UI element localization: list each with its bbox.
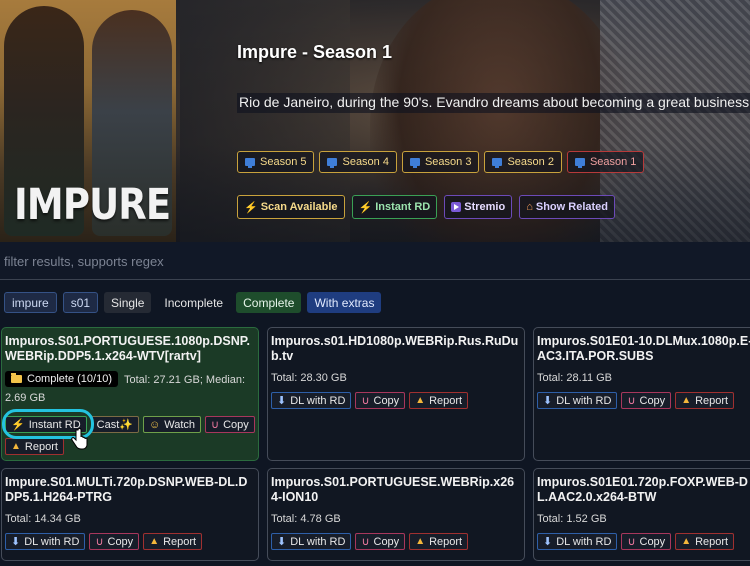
dl-with-rd-button[interactable]: ⬇ DL with RD (537, 392, 618, 409)
warning-icon: ▲ (415, 536, 426, 547)
smile-icon: ☺ (149, 418, 161, 431)
bolt-icon: ⚡ (358, 201, 373, 214)
tv-icon (409, 158, 420, 168)
warning-icon: ▲ (681, 536, 692, 547)
result-total: Total: 28.11 GB (537, 372, 613, 384)
warning-icon: ▲ (149, 536, 160, 547)
download-icon: ⬇ (543, 536, 553, 548)
report-button[interactable]: ▲ Report (675, 533, 735, 550)
magnet-icon: ∪ (627, 395, 636, 407)
copy-magnet-button[interactable]: ∪ Copy (205, 416, 255, 433)
folder-icon (11, 373, 22, 383)
warning-icon: ▲ (681, 395, 692, 406)
tv-icon (245, 158, 255, 168)
dl-with-rd-button[interactable]: ⬇ DL with RD (5, 533, 86, 550)
stremio-button[interactable]: Stremio (444, 195, 513, 219)
result-total: Total: 14.34 GB (5, 513, 81, 525)
report-button[interactable]: ▲ Report (5, 438, 64, 455)
result-total: Total: 4.78 GB (271, 513, 341, 525)
show-title: Impure - Season 1 (237, 42, 393, 62)
copy-magnet-button[interactable]: ∪ Copy (621, 392, 672, 409)
result-card[interactable]: Impuros.s01.HD1080p.WEBRip.Rus.RuDub.tv … (267, 327, 525, 461)
complete-badge: Complete (10/10) (5, 371, 118, 387)
term-chip-impure[interactable]: impure (4, 292, 57, 313)
copy-magnet-button[interactable]: ∪ Copy (355, 533, 406, 550)
filter-with-extras[interactable]: With extras (307, 292, 382, 313)
result-card[interactable]: Impuros.S01.PORTUGUESE.1080p.DSNP.WEBRip… (1, 327, 259, 461)
copy-magnet-button[interactable]: ∪ Copy (621, 533, 672, 550)
season-4-button[interactable]: Season 4 (319, 151, 397, 173)
report-button[interactable]: ▲ Report (143, 533, 203, 550)
warning-icon: ▲ (11, 441, 21, 452)
tv-icon (327, 158, 338, 168)
dl-with-rd-button[interactable]: ⬇ DL with RD (271, 533, 352, 550)
watch-button[interactable]: ☺ Watch (143, 416, 201, 433)
season-5-button[interactable]: Season 5 (237, 151, 315, 173)
magnet-icon: ∪ (361, 395, 370, 407)
magnet-icon: ∪ (361, 536, 370, 548)
download-icon: ⬇ (277, 395, 287, 407)
report-button[interactable]: ▲ Report (409, 392, 469, 409)
report-button[interactable]: ▲ Report (675, 392, 735, 409)
show-related-button[interactable]: ⌂ Show Related (519, 195, 615, 219)
season-3-button[interactable]: Season 3 (401, 151, 480, 173)
result-name: Impuros.S01.PORTUGUESE.1080p.DSNP.WEBRip… (5, 334, 250, 363)
season-1-button[interactable]: Season 1 (566, 151, 645, 173)
result-name: Impuros.S01E01.720p.FOXP.WEB-DL.AAC2.0.x… (537, 475, 748, 504)
result-card[interactable]: Impuros.S01E01.720p.FOXP.WEB-DL.AAC2.0.x… (533, 468, 750, 561)
report-button[interactable]: ▲ Report (409, 533, 469, 550)
dl-with-rd-button[interactable]: ⬇ DL with RD (537, 533, 618, 550)
magnet-icon: ∪ (95, 536, 104, 548)
filter-incomplete[interactable]: Incomplete (157, 292, 230, 313)
tv-icon (492, 158, 503, 168)
season-2-button[interactable]: Season 2 (484, 151, 562, 173)
result-total: Total: 1.52 GB (537, 513, 607, 525)
result-card[interactable]: Impuros.S01.PORTUGUESE.WEBRip.x264-ION10… (267, 468, 525, 561)
filter-single[interactable]: Single (104, 292, 152, 313)
copy-magnet-button[interactable]: ∪ Copy (89, 533, 140, 550)
instant-rd-button[interactable]: ⚡ Instant RD (351, 195, 438, 219)
filter-input[interactable]: filter results, supports regex (0, 242, 750, 280)
download-icon: ⬇ (277, 536, 287, 548)
result-name: Impuros.s01.HD1080p.WEBRip.Rus.RuDub.tv (271, 334, 519, 363)
magnet-icon: ∪ (211, 419, 220, 431)
dl-with-rd-button[interactable]: ⬇ DL with RD (271, 392, 352, 409)
stremio-icon (451, 202, 462, 212)
scan-available-button[interactable]: ⚡ Scan Available (237, 195, 345, 219)
warning-icon: ▲ (415, 395, 426, 406)
house-icon: ⌂ (526, 201, 533, 213)
show-description: Rio de Janeiro, during the 90's. Evandro… (237, 93, 750, 113)
bolt-icon: ⚡ (244, 201, 258, 214)
result-card[interactable]: Impure.S01.MULTi.720p.DSNP.WEB-DL.DDP5.1… (1, 468, 259, 561)
result-name: Impuros.S01.PORTUGUESE.WEBRip.x264-ION10 (271, 475, 515, 504)
show-poster: IMPURE (0, 0, 176, 242)
show-actions: ⚡ Scan Available ⚡ Instant RD Stremio ⌂ Sho… (237, 195, 615, 219)
poster-title: IMPURE (14, 180, 171, 230)
season-selector: Season 5 Season 4 Season 3 Season 2 Seas… (237, 151, 645, 173)
result-card[interactable]: Impuros.S01E01-10.DLMux.1080p.E-AC3.ITA.… (533, 327, 750, 461)
tv-icon (574, 158, 585, 168)
hand-cursor-icon (71, 428, 88, 450)
filter-chips: impure s01 Single Incomplete Complete Wi… (4, 292, 382, 313)
result-name: Impuros.S01E01-10.DLMux.1080p.E-AC3.ITA.… (537, 334, 750, 363)
cast-button[interactable]: Cast✨ (90, 416, 139, 433)
download-icon: ⬇ (11, 536, 21, 548)
copy-magnet-button[interactable]: ∪ Copy (355, 392, 406, 409)
result-total: Total: 28.30 GB (271, 372, 347, 384)
app-root: IMPURE Impure - Season 1 Rio de Janeiro,… (0, 0, 750, 566)
magnet-icon: ∪ (627, 536, 636, 548)
term-chip-s01[interactable]: s01 (62, 292, 99, 313)
result-name: Impure.S01.MULTi.720p.DSNP.WEB-DL.DDP5.1… (5, 475, 248, 504)
download-icon: ⬇ (543, 395, 553, 407)
filter-complete[interactable]: Complete (236, 292, 302, 313)
